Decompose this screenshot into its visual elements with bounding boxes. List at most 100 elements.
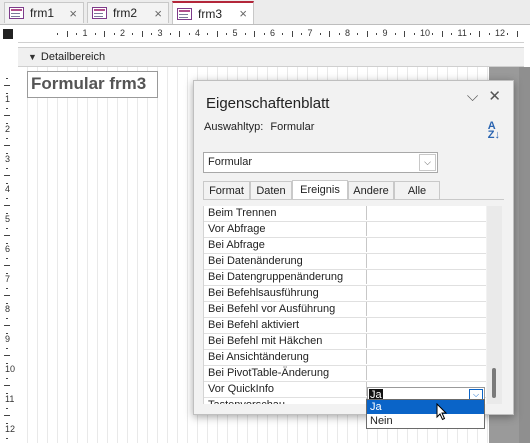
- tab-frm2[interactable]: frm2 ×: [87, 2, 169, 23]
- ruler-tick: [319, 33, 321, 35]
- ruler-tick: [76, 33, 78, 35]
- dropdown-option-nein[interactable]: Nein: [367, 414, 484, 428]
- detail-section-bar[interactable]: ▼ Detailbereich: [18, 47, 524, 67]
- ruler-tick: [329, 31, 331, 37]
- sort-az-icon[interactable]: A Z↓: [488, 121, 500, 141]
- ruler-tick: [6, 227, 8, 229]
- horizontal-ruler[interactable]: 12345678910111213: [18, 27, 524, 43]
- ruler-number: 3: [5, 154, 11, 164]
- property-sheet-controls: ⌵ ✕: [467, 87, 501, 105]
- ruler-tick: [516, 31, 518, 37]
- ruler-tick: [263, 33, 265, 35]
- close-icon[interactable]: ×: [154, 6, 162, 21]
- selection-type-label: Auswahltyp:: [204, 121, 264, 133]
- ruler-tick: [104, 31, 106, 37]
- ruler-tick: [4, 325, 10, 326]
- property-value-cell[interactable]: [366, 302, 486, 316]
- close-icon[interactable]: ✕: [488, 88, 501, 105]
- tab-frm1[interactable]: frm1 ×: [4, 2, 84, 23]
- property-row[interactable]: Beim Trennen: [204, 206, 486, 222]
- ruler-tick: [6, 437, 8, 439]
- property-row[interactable]: Bei Abfrage: [204, 238, 486, 254]
- property-value-cell[interactable]: [366, 238, 486, 252]
- tab-andere[interactable]: Andere: [348, 181, 394, 200]
- tab-frm3[interactable]: frm3 ×: [172, 1, 254, 24]
- value-dropdown-list: Ja Nein: [366, 399, 485, 429]
- property-tabs: Format Daten Ereignis Andere Alle: [203, 180, 440, 200]
- ruler-number: 5: [232, 28, 238, 38]
- ruler-tick: [66, 31, 68, 37]
- ruler-corner-selector[interactable]: [3, 29, 13, 39]
- ruler-tick: [4, 295, 10, 296]
- ruler-tick: [357, 33, 359, 35]
- form-title-label[interactable]: Formular frm3: [27, 71, 158, 98]
- dropdown-option-ja[interactable]: Ja: [367, 400, 484, 414]
- ruler-tick: [4, 175, 10, 176]
- property-value-cell[interactable]: [366, 222, 486, 236]
- ruler-number: 3: [157, 28, 163, 38]
- property-value-cell[interactable]: [366, 286, 486, 300]
- form-icon: [9, 7, 24, 19]
- chevron-down-icon[interactable]: ⌵: [467, 88, 478, 105]
- property-list-scrollbar[interactable]: [487, 206, 502, 404]
- tab-daten[interactable]: Daten: [250, 181, 292, 200]
- ruler-tick: [376, 33, 378, 35]
- property-value-cell[interactable]: [366, 254, 486, 268]
- property-name: Bei Befehl mit Häkchen: [208, 335, 323, 347]
- ruler-tick: [6, 77, 8, 79]
- property-name: Bei PivotTable-Änderung: [208, 367, 330, 379]
- property-name: Bei Befehl vor Ausführung: [208, 303, 336, 315]
- form-icon: [92, 7, 107, 19]
- tab-alle[interactable]: Alle: [394, 181, 440, 200]
- property-value-cell[interactable]: [366, 350, 486, 364]
- scrollbar-thumb[interactable]: [492, 368, 496, 398]
- property-row[interactable]: Bei Ansichtänderung: [204, 350, 486, 366]
- ruler-tick: [254, 31, 256, 37]
- chevron-down-icon[interactable]: ⌵: [419, 154, 436, 171]
- close-icon[interactable]: ×: [239, 6, 247, 21]
- property-row[interactable]: Bei Befehl vor Ausführung: [204, 302, 486, 318]
- ruler-tick: [188, 33, 190, 35]
- ruler-tick: [216, 31, 218, 37]
- object-selector-combo[interactable]: Formular ⌵: [203, 152, 438, 173]
- property-row[interactable]: Vor Abfrage: [204, 222, 486, 238]
- ruler-tick: [6, 107, 8, 109]
- object-selector-value: Formular: [208, 156, 253, 168]
- property-value-cell[interactable]: [366, 318, 486, 332]
- property-name: Bei Abfrage: [208, 239, 265, 251]
- ruler-number: 2: [5, 124, 11, 134]
- ruler-tick: [6, 167, 8, 169]
- ruler-tick: [4, 265, 10, 266]
- property-row[interactable]: Bei Befehl aktiviert: [204, 318, 486, 334]
- tab-format[interactable]: Format: [203, 181, 250, 200]
- close-icon[interactable]: ×: [69, 6, 77, 21]
- vertical-ruler[interactable]: 1 2 3 4 5 6 7 8 9 10 11 12: [0, 70, 16, 442]
- property-value-cell[interactable]: [366, 334, 486, 348]
- ruler-number: 4: [5, 184, 11, 194]
- property-row[interactable]: Bei Befehlsausführung: [204, 286, 486, 302]
- property-row[interactable]: Bei Befehl mit Häkchen: [204, 334, 486, 350]
- ruler-tick: [151, 33, 153, 35]
- ruler-number: 8: [5, 304, 11, 314]
- property-row[interactable]: Bei Datenänderung: [204, 254, 486, 270]
- property-name: Tastenvorschau: [208, 399, 285, 404]
- property-name: Vor QuickInfo: [208, 383, 275, 395]
- property-name: Bei Befehlsausführung: [208, 287, 319, 299]
- property-value-cell[interactable]: [366, 366, 486, 380]
- property-value-cell[interactable]: [366, 270, 486, 284]
- ruler-number: 1: [5, 94, 11, 104]
- ruler-tick: [441, 31, 443, 37]
- property-row[interactable]: Bei Datengruppenänderung: [204, 270, 486, 286]
- ruler-tick: [6, 197, 8, 199]
- ruler-tick: [394, 33, 396, 35]
- ruler-tick: [4, 205, 10, 206]
- property-row[interactable]: Bei PivotTable-Änderung: [204, 366, 486, 382]
- ruler-tick: [507, 33, 509, 35]
- property-name: Bei Datenänderung: [208, 255, 303, 267]
- section-arrow-icon: ▼: [28, 52, 37, 62]
- section-label: Detailbereich: [40, 51, 106, 63]
- property-value-cell[interactable]: [366, 206, 486, 220]
- property-sheet: Eigenschaftenblatt ⌵ ✕ Auswahltyp: Formu…: [193, 80, 514, 415]
- ruler-tick: [169, 33, 171, 35]
- tab-ereignis[interactable]: Ereignis: [292, 180, 348, 200]
